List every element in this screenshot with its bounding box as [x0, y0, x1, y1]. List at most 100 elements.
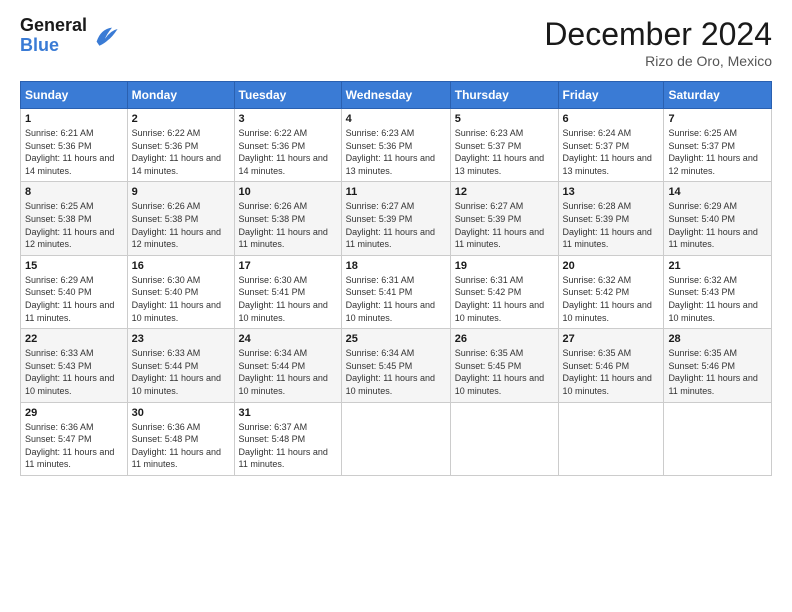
day-info: Sunrise: 6:35 AM Sunset: 5:46 PM Dayligh…	[563, 347, 660, 397]
sunrise-text: Sunrise: 6:29 AM	[668, 201, 737, 211]
sunrise-text: Sunrise: 6:23 AM	[346, 128, 415, 138]
day-info: Sunrise: 6:32 AM Sunset: 5:42 PM Dayligh…	[563, 274, 660, 324]
sunrise-text: Sunrise: 6:34 AM	[346, 348, 415, 358]
daylight-text: Daylight: 11 hours and 12 minutes.	[668, 153, 757, 176]
header-friday: Friday	[558, 82, 664, 109]
calendar-table: Sunday Monday Tuesday Wednesday Thursday…	[20, 81, 772, 476]
sunrise-text: Sunrise: 6:26 AM	[132, 201, 201, 211]
daylight-text: Daylight: 11 hours and 10 minutes.	[239, 373, 328, 396]
day-number: 21	[668, 260, 767, 272]
day-info: Sunrise: 6:35 AM Sunset: 5:46 PM Dayligh…	[668, 347, 767, 397]
sunset-text: Sunset: 5:41 PM	[239, 287, 306, 297]
day-number: 25	[346, 333, 446, 345]
sunrise-text: Sunrise: 6:37 AM	[239, 422, 308, 432]
daylight-text: Daylight: 11 hours and 10 minutes.	[25, 373, 114, 396]
sunrise-text: Sunrise: 6:24 AM	[563, 128, 632, 138]
day-info: Sunrise: 6:34 AM Sunset: 5:44 PM Dayligh…	[239, 347, 337, 397]
calendar-week-row: 29 Sunrise: 6:36 AM Sunset: 5:47 PM Dayl…	[21, 402, 772, 475]
table-row: 23 Sunrise: 6:33 AM Sunset: 5:44 PM Dayl…	[127, 329, 234, 402]
day-number: 10	[239, 186, 337, 198]
daylight-text: Daylight: 11 hours and 10 minutes.	[132, 373, 221, 396]
daylight-text: Daylight: 11 hours and 11 minutes.	[132, 447, 221, 470]
header-wednesday: Wednesday	[341, 82, 450, 109]
sunset-text: Sunset: 5:39 PM	[455, 214, 522, 224]
calendar-week-row: 22 Sunrise: 6:33 AM Sunset: 5:43 PM Dayl…	[21, 329, 772, 402]
daylight-text: Daylight: 11 hours and 14 minutes.	[239, 153, 328, 176]
sunset-text: Sunset: 5:41 PM	[346, 287, 413, 297]
table-row: 30 Sunrise: 6:36 AM Sunset: 5:48 PM Dayl…	[127, 402, 234, 475]
location: Rizo de Oro, Mexico	[544, 53, 772, 69]
sunset-text: Sunset: 5:40 PM	[132, 287, 199, 297]
sunset-text: Sunset: 5:48 PM	[132, 434, 199, 444]
sunset-text: Sunset: 5:37 PM	[455, 141, 522, 151]
day-number: 26	[455, 333, 554, 345]
sunset-text: Sunset: 5:36 PM	[25, 141, 92, 151]
sunset-text: Sunset: 5:44 PM	[239, 361, 306, 371]
sunset-text: Sunset: 5:36 PM	[132, 141, 199, 151]
sunrise-text: Sunrise: 6:29 AM	[25, 275, 94, 285]
day-number: 15	[25, 260, 123, 272]
day-info: Sunrise: 6:36 AM Sunset: 5:47 PM Dayligh…	[25, 421, 123, 471]
day-number: 30	[132, 407, 230, 419]
sunrise-text: Sunrise: 6:36 AM	[132, 422, 201, 432]
day-number: 1	[25, 113, 123, 125]
sunrise-text: Sunrise: 6:36 AM	[25, 422, 94, 432]
day-info: Sunrise: 6:30 AM Sunset: 5:40 PM Dayligh…	[132, 274, 230, 324]
header-saturday: Saturday	[664, 82, 772, 109]
sunset-text: Sunset: 5:36 PM	[346, 141, 413, 151]
table-row: 3 Sunrise: 6:22 AM Sunset: 5:36 PM Dayli…	[234, 109, 341, 182]
day-number: 6	[563, 113, 660, 125]
logo-text-block: General Blue	[20, 16, 119, 56]
sunrise-text: Sunrise: 6:21 AM	[25, 128, 94, 138]
daylight-text: Daylight: 11 hours and 12 minutes.	[25, 227, 114, 250]
calendar-week-row: 8 Sunrise: 6:25 AM Sunset: 5:38 PM Dayli…	[21, 182, 772, 255]
day-number: 23	[132, 333, 230, 345]
day-info: Sunrise: 6:22 AM Sunset: 5:36 PM Dayligh…	[132, 127, 230, 177]
sunrise-text: Sunrise: 6:26 AM	[239, 201, 308, 211]
day-number: 31	[239, 407, 337, 419]
day-info: Sunrise: 6:24 AM Sunset: 5:37 PM Dayligh…	[563, 127, 660, 177]
sunset-text: Sunset: 5:40 PM	[25, 287, 92, 297]
day-number: 28	[668, 333, 767, 345]
sunset-text: Sunset: 5:48 PM	[239, 434, 306, 444]
daylight-text: Daylight: 11 hours and 10 minutes.	[455, 300, 544, 323]
sunset-text: Sunset: 5:42 PM	[563, 287, 630, 297]
table-row: 26 Sunrise: 6:35 AM Sunset: 5:45 PM Dayl…	[450, 329, 558, 402]
logo-text: General Blue	[20, 16, 87, 56]
calendar-week-row: 15 Sunrise: 6:29 AM Sunset: 5:40 PM Dayl…	[21, 255, 772, 328]
sunset-text: Sunset: 5:39 PM	[563, 214, 630, 224]
table-row: 25 Sunrise: 6:34 AM Sunset: 5:45 PM Dayl…	[341, 329, 450, 402]
day-number: 24	[239, 333, 337, 345]
page: General Blue December 2024 Rizo de Oro, …	[0, 0, 792, 612]
sunrise-text: Sunrise: 6:32 AM	[668, 275, 737, 285]
day-info: Sunrise: 6:29 AM Sunset: 5:40 PM Dayligh…	[25, 274, 123, 324]
sunset-text: Sunset: 5:47 PM	[25, 434, 92, 444]
day-number: 20	[563, 260, 660, 272]
sunset-text: Sunset: 5:38 PM	[239, 214, 306, 224]
sunset-text: Sunset: 5:38 PM	[25, 214, 92, 224]
table-row: 31 Sunrise: 6:37 AM Sunset: 5:48 PM Dayl…	[234, 402, 341, 475]
day-info: Sunrise: 6:23 AM Sunset: 5:36 PM Dayligh…	[346, 127, 446, 177]
table-row: 28 Sunrise: 6:35 AM Sunset: 5:46 PM Dayl…	[664, 329, 772, 402]
table-row	[558, 402, 664, 475]
sunrise-text: Sunrise: 6:32 AM	[563, 275, 632, 285]
day-number: 22	[25, 333, 123, 345]
sunrise-text: Sunrise: 6:33 AM	[25, 348, 94, 358]
day-info: Sunrise: 6:28 AM Sunset: 5:39 PM Dayligh…	[563, 200, 660, 250]
sunrise-text: Sunrise: 6:25 AM	[25, 201, 94, 211]
header-tuesday: Tuesday	[234, 82, 341, 109]
day-info: Sunrise: 6:25 AM Sunset: 5:37 PM Dayligh…	[668, 127, 767, 177]
day-number: 18	[346, 260, 446, 272]
sunrise-text: Sunrise: 6:30 AM	[239, 275, 308, 285]
day-number: 11	[346, 186, 446, 198]
logo-line2: Blue	[20, 36, 87, 56]
day-info: Sunrise: 6:27 AM Sunset: 5:39 PM Dayligh…	[455, 200, 554, 250]
day-info: Sunrise: 6:22 AM Sunset: 5:36 PM Dayligh…	[239, 127, 337, 177]
table-row: 9 Sunrise: 6:26 AM Sunset: 5:38 PM Dayli…	[127, 182, 234, 255]
day-number: 19	[455, 260, 554, 272]
daylight-text: Daylight: 11 hours and 10 minutes.	[668, 300, 757, 323]
day-number: 5	[455, 113, 554, 125]
daylight-text: Daylight: 11 hours and 10 minutes.	[455, 373, 544, 396]
day-number: 29	[25, 407, 123, 419]
table-row: 21 Sunrise: 6:32 AM Sunset: 5:43 PM Dayl…	[664, 255, 772, 328]
